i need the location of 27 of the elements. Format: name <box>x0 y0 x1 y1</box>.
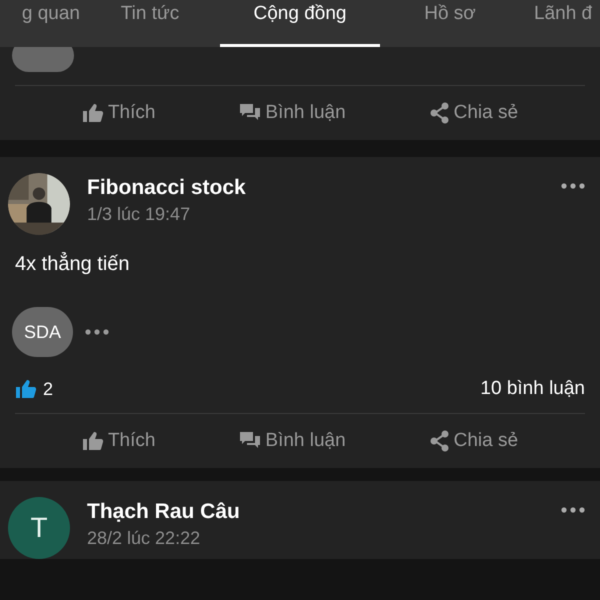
action-button[interactable]: Chia sẻ <box>426 100 522 126</box>
comment-count[interactable]: 10 bình luận <box>480 378 585 400</box>
tab[interactable]: Hồ sơ <box>380 0 520 47</box>
action-button[interactable]: Bình luận <box>235 428 350 454</box>
avatar: T <box>8 497 70 559</box>
tab[interactable]: Lãnh đ <box>520 0 600 47</box>
like-count: 2 <box>43 378 54 400</box>
author-name[interactable]: Thạch Rau Câu <box>87 499 561 525</box>
post-time: 28/2 lúc 22:22 <box>87 527 202 550</box>
tag-chip[interactable] <box>12 47 74 72</box>
share-icon <box>430 102 450 124</box>
author-name[interactable]: Fibonacci stock <box>87 175 561 201</box>
thumbs-up-icon <box>82 103 104 123</box>
action-button[interactable]: Chia sẻ <box>426 428 522 454</box>
tab[interactable]: g quan <box>0 0 80 47</box>
share-icon <box>430 430 450 452</box>
post-text: 4x thẳng tiến <box>14 251 131 276</box>
action-button[interactable]: Thích <box>78 428 160 454</box>
more-icon[interactable] <box>85 329 110 335</box>
action-button[interactable]: Bình luận <box>235 100 350 126</box>
stock-tag[interactable]: SDA <box>12 307 74 357</box>
post-time: 1/3 lúc 19:47 <box>87 203 192 226</box>
more-icon[interactable] <box>561 183 585 189</box>
more-icon[interactable] <box>561 507 585 513</box>
tab[interactable]: Tin tức <box>80 0 220 47</box>
action-button[interactable]: Thích <box>78 100 160 126</box>
thumbs-up-icon <box>82 431 104 451</box>
